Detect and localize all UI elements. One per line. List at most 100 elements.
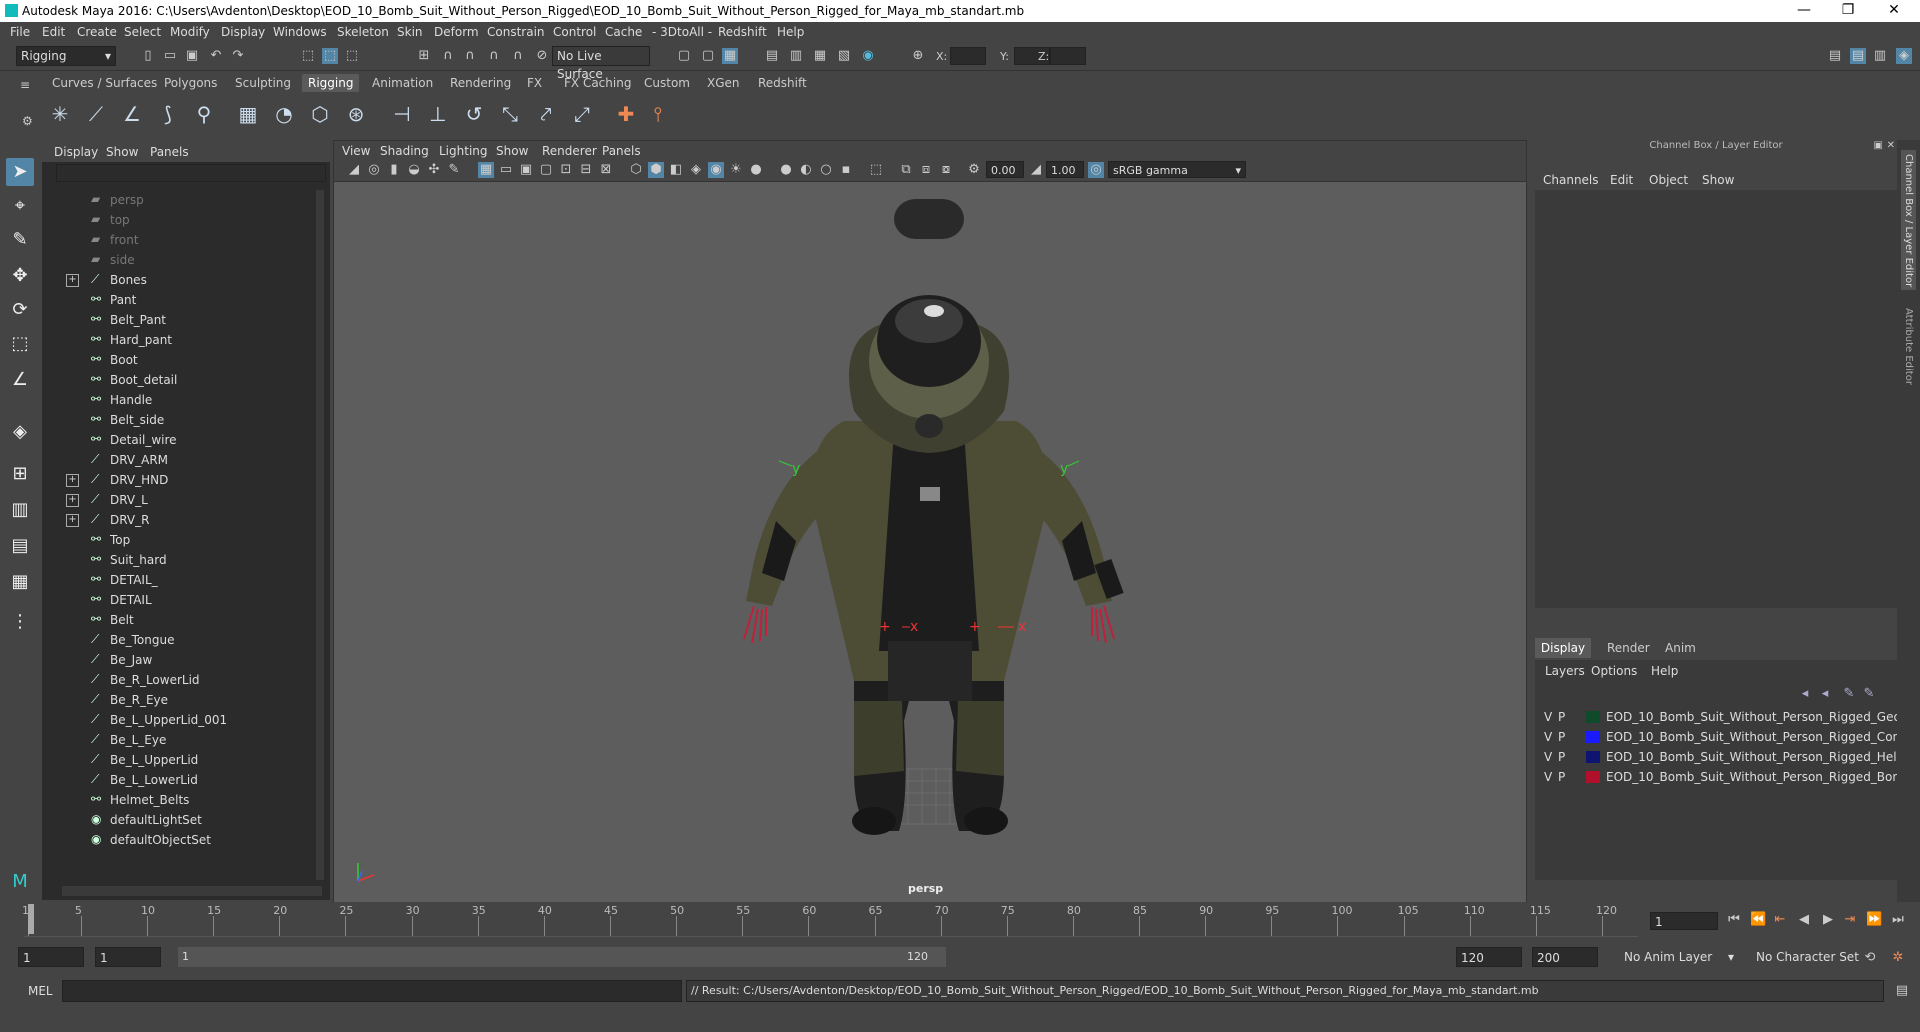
gate-mask-icon[interactable]: ▢	[538, 162, 554, 178]
lattice-icon[interactable]: ⬡	[308, 102, 332, 126]
new-layer-selected-icon[interactable]: ✎	[1861, 686, 1877, 702]
layer-row[interactable]: V P EOD_10_Bomb_Suit_Without_Person_Rigged…	[1540, 748, 1920, 766]
outliner-item[interactable]: ⟋ Be_L_UpperLid_001	[42, 710, 312, 730]
snap-view-icon[interactable]: ∩	[486, 48, 502, 64]
scene-start-field[interactable]: 1	[18, 947, 84, 967]
snap-curve-icon[interactable]: ∩	[440, 48, 456, 64]
outliner-item[interactable]: ⚯ Boot	[42, 350, 312, 370]
layout-single-icon[interactable]: ◈	[6, 418, 34, 446]
viewport-menu-shading[interactable]: Shading	[380, 144, 429, 158]
grid-icon[interactable]: ▦	[478, 162, 494, 178]
gamma-field[interactable]: 1.00	[1046, 161, 1084, 178]
snap-point-icon[interactable]: ∩	[462, 48, 478, 64]
outliner-item[interactable]: ▰ persp	[42, 190, 312, 210]
open-scene-icon[interactable]: ▭	[162, 48, 178, 64]
gamma-icon[interactable]: ◢	[1028, 162, 1044, 178]
field-chart-icon[interactable]: ⊡	[558, 162, 574, 178]
layer-playback-toggle[interactable]: P	[1558, 710, 1565, 724]
layout-two-icon[interactable]: ▥	[6, 496, 34, 524]
layout-custom-icon[interactable]: ⋮	[6, 608, 34, 636]
outliner-item[interactable]: ▰ side	[42, 250, 312, 270]
scale-tool-icon[interactable]: ⬚	[6, 330, 34, 358]
outliner-item[interactable]: + ⟋ DRV_L	[42, 490, 312, 510]
tab-polygons[interactable]: Polygons	[164, 76, 217, 90]
layer-color-swatch[interactable]	[1586, 711, 1600, 723]
layer-menu-options[interactable]: Options	[1591, 664, 1637, 678]
menu-help[interactable]: Help	[777, 25, 804, 39]
scene-canvas[interactable]: y y x x + +	[334, 181, 1526, 903]
outliner-item[interactable]: ⚯ Top	[42, 530, 312, 550]
orient-constraint-icon[interactable]: ↺	[462, 102, 486, 126]
layer-color-swatch[interactable]	[1586, 771, 1600, 783]
tab-animation[interactable]: Animation	[372, 76, 433, 90]
tab-fx[interactable]: FX	[527, 76, 542, 90]
exposure-field[interactable]: 0.00	[986, 161, 1024, 178]
parent-constraint-icon[interactable]: ⊣	[390, 102, 414, 126]
snap-surface-icon[interactable]: ∩	[510, 48, 526, 64]
layer-visibility-toggle[interactable]: V	[1544, 750, 1552, 764]
outliner-item[interactable]: ⟋ Be_R_Eye	[42, 690, 312, 710]
construction-history-icon[interactable]: ▦	[722, 48, 738, 64]
side-tab-attribute-editor[interactable]: Attribute Editor	[1901, 304, 1916, 424]
anim-layer-dropdown[interactable]: No Anim Layer ▾	[1620, 947, 1736, 967]
outliner-vscrollbar[interactable]	[316, 190, 324, 880]
play-backwards-icon[interactable]: ◀	[1796, 912, 1812, 928]
outliner-item[interactable]: ⟋ Be_L_LowerLid	[42, 770, 312, 790]
locator-aim-icon[interactable]: ⫯	[646, 102, 670, 126]
outliner-item[interactable]: + ⟋ DRV_HND	[42, 470, 312, 490]
rotate-tool-icon[interactable]: ⟳	[6, 296, 34, 324]
expand-icon[interactable]: +	[66, 494, 79, 507]
resolution-gate-icon[interactable]: ▣	[518, 162, 534, 178]
viewport-menu-view[interactable]: View	[342, 144, 370, 158]
outliner-item[interactable]: ⚯ Suit_hard	[42, 550, 312, 570]
viewport-menu-lighting[interactable]: Lighting	[439, 144, 488, 158]
menu-skeleton[interactable]: Skeleton	[337, 25, 389, 39]
menu-file[interactable]: File	[10, 25, 30, 39]
menu-deform[interactable]: Deform	[434, 25, 479, 39]
layer-visibility-toggle[interactable]: V	[1544, 770, 1552, 784]
layer-visibility-toggle[interactable]: V	[1544, 730, 1552, 744]
modeling-toolkit-icon[interactable]: ▤	[1827, 48, 1843, 64]
outliner-item[interactable]: ⚯ Belt_Pant	[42, 310, 312, 330]
aim-constraint-icon[interactable]: ⤤	[534, 102, 558, 126]
safe-action-icon[interactable]: ⊟	[578, 162, 594, 178]
command-input[interactable]	[62, 980, 682, 1002]
lasso-tool-icon[interactable]: ⌖	[6, 192, 34, 220]
outliner-item[interactable]: ⟋ Be_L_Eye	[42, 730, 312, 750]
outliner-item[interactable]: ⚯ Pant	[42, 290, 312, 310]
ik-handle-icon[interactable]: ∠	[120, 102, 144, 126]
tab-rigging[interactable]: Rigging	[302, 74, 360, 92]
current-frame-field[interactable]: 1	[1650, 912, 1718, 930]
camera-select-icon[interactable]: ◢	[346, 162, 362, 178]
outliner-menu-show[interactable]: Show	[106, 145, 138, 159]
range-bar[interactable]: 1 120	[178, 947, 946, 967]
layer-menu-help[interactable]: Help	[1651, 664, 1678, 678]
scene-end-field[interactable]: 200	[1532, 947, 1598, 967]
tool-settings-icon[interactable]: ▥	[1872, 48, 1888, 64]
live-surface-icon[interactable]: ⊘	[534, 48, 550, 64]
render-settings-icon[interactable]: ▧	[836, 48, 852, 64]
wireframe-on-shaded-icon[interactable]: ◧	[668, 162, 684, 178]
menu-redshift[interactable]: Redshift	[718, 25, 767, 39]
time-ruler[interactable]: 1 5 10 15 20 25 30 35 40 45 50 55 60 65 70 75 80 85 90 95 10…	[22, 902, 1638, 937]
select-hierarchy-icon[interactable]: ⬚	[300, 48, 316, 64]
transform-mode-icon[interactable]: ⊕	[910, 48, 926, 64]
insert-joint-icon[interactable]: ⟋	[84, 102, 108, 126]
motion-blur-icon[interactable]: ●	[778, 162, 794, 178]
layer-visibility-toggle[interactable]: V	[1544, 710, 1552, 724]
save-scene-icon[interactable]: ▣	[184, 48, 200, 64]
ambient-occlusion-icon[interactable]: ●	[748, 162, 764, 178]
twod-pan-icon[interactable]: ✣	[426, 162, 442, 178]
outliner-item[interactable]: ⚯ Detail_wire	[42, 430, 312, 450]
bind-skin-icon[interactable]: ▦	[236, 102, 260, 126]
attribute-editor-toggle-icon[interactable]: ◈	[1896, 48, 1912, 64]
layer-color-swatch[interactable]	[1586, 731, 1600, 743]
channel-menu-edit[interactable]: Edit	[1610, 173, 1633, 187]
mode-dropdown[interactable]: Rigging ▾	[16, 46, 116, 66]
outliner-item[interactable]: ⚯ Handle	[42, 390, 312, 410]
exposure-icon[interactable]: ⧇	[938, 162, 954, 178]
script-editor-icon[interactable]: ▤	[1894, 983, 1910, 999]
layout-four-icon[interactable]: ⊞	[6, 460, 34, 488]
menu-modify[interactable]: Modify	[170, 25, 210, 39]
hypershade-icon[interactable]: ◉	[860, 48, 876, 64]
